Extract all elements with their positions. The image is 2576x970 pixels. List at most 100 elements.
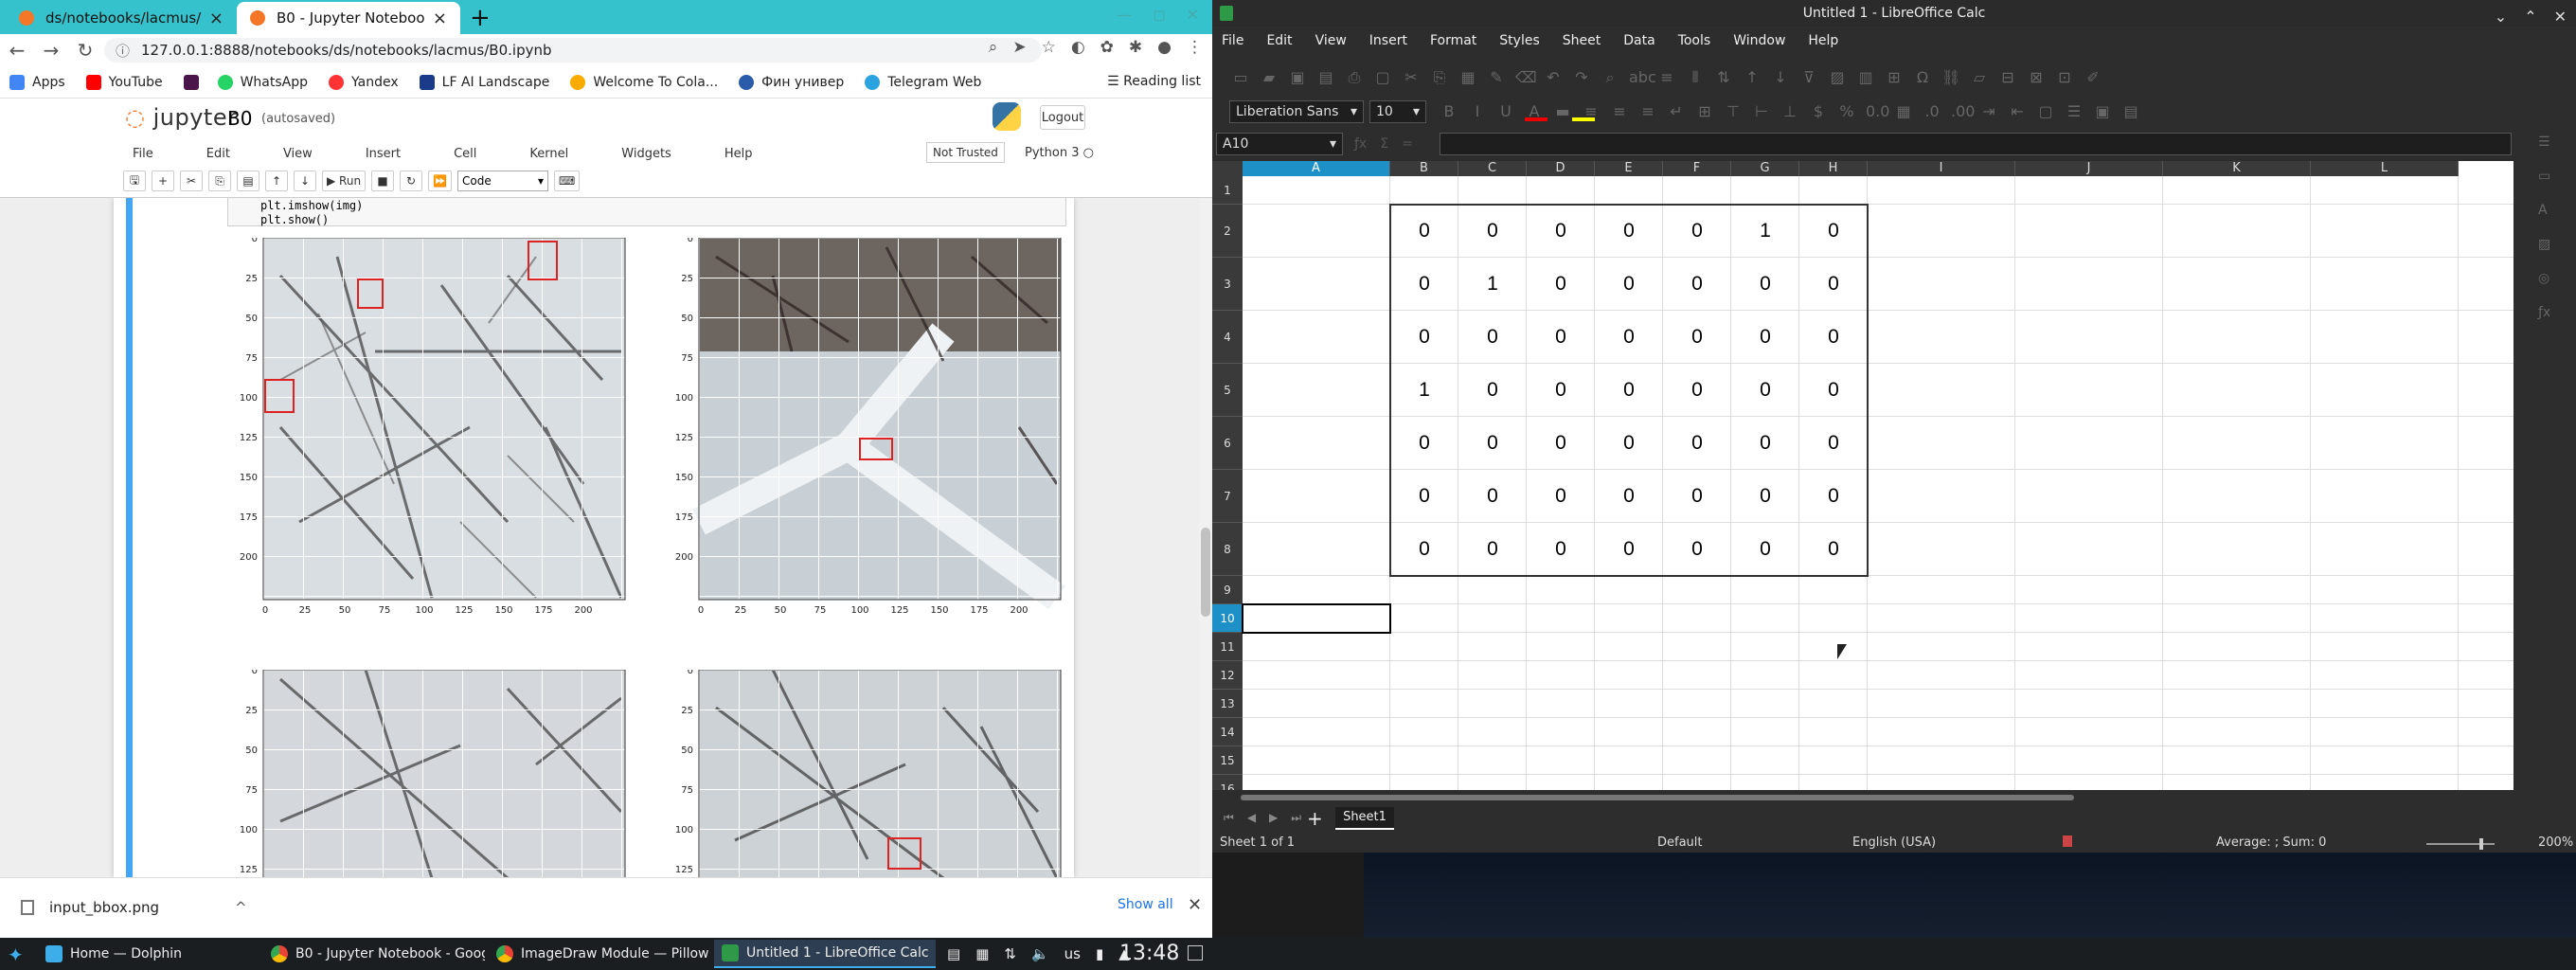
row-header-7[interactable]: 7	[1212, 470, 1243, 523]
column-header-k[interactable]: K	[2163, 161, 2311, 176]
paste-icon[interactable]: ▤	[237, 171, 259, 191]
color-extension-icon[interactable]: ✿	[1100, 38, 1114, 57]
url-field[interactable]: ⓘ 127.0.0.1:8888/notebooks/ds/notebooks/…	[104, 38, 1042, 63]
task-chrome-pillow[interactable]: ImageDraw Module — Pillow (PIL ...	[489, 940, 710, 968]
preview-icon[interactable]: ▢	[1373, 68, 1392, 87]
fast-forward-icon[interactable]: ⏩	[428, 171, 453, 191]
bookmark-telegram[interactable]: Telegram Web	[865, 74, 981, 90]
tab-b0-notebook[interactable]: B0 - Jupyter Notebook ×	[237, 2, 460, 34]
column-header-g[interactable]: G	[1731, 161, 1799, 176]
info-icon[interactable]: ⓘ	[116, 41, 130, 61]
add-decimal-icon[interactable]: .0	[1923, 102, 1941, 120]
underline-icon[interactable]: U	[1496, 102, 1515, 120]
close-icon[interactable]: ×	[433, 9, 447, 28]
functions-icon[interactable]: ƒx	[2538, 305, 2550, 320]
menu-sheet[interactable]: Sheet	[1563, 33, 1601, 48]
column-icon[interactable]: ⦀	[1686, 68, 1705, 87]
indent-icon[interactable]: ⇥	[1979, 102, 1998, 120]
wrap-icon[interactable]: ↵	[1667, 102, 1686, 120]
keyboard-icon[interactable]: ⌨	[554, 171, 581, 191]
next-sheet-icon[interactable]: ▶	[1269, 811, 1278, 825]
font-name-box[interactable]: Liberation Sans ▾	[1229, 100, 1364, 123]
special-char-icon[interactable]: Ω	[1913, 68, 1932, 87]
date-icon[interactable]: ▦	[1894, 102, 1913, 120]
merge-icon[interactable]: ⊞	[1695, 102, 1714, 120]
redo-icon[interactable]: ↷	[1572, 68, 1591, 87]
image-icon[interactable]: ▨	[1828, 68, 1847, 87]
task-chrome-jupyter[interactable]: B0 - Jupyter Notebook - Google C...	[263, 940, 485, 968]
zoom-level[interactable]: 200%	[2538, 835, 2573, 850]
copy-icon[interactable]: ⎘	[1430, 68, 1449, 87]
copy-icon[interactable]: ⎘	[208, 171, 231, 191]
first-sheet-icon[interactable]: ⏮	[1224, 811, 1234, 825]
zoom-slider[interactable]	[2426, 843, 2495, 845]
menu-tools[interactable]: Tools	[1678, 33, 1711, 48]
row-header-3[interactable]: 3	[1212, 258, 1243, 311]
row-header-14[interactable]: 14	[1212, 718, 1243, 746]
cut-icon[interactable]: ✂	[1402, 68, 1421, 87]
menu-widgets[interactable]: Widgets	[621, 147, 671, 161]
language[interactable]: English (USA)	[1852, 835, 1936, 850]
restart-icon[interactable]: ↻	[400, 171, 423, 191]
percent-icon[interactable]: %	[1837, 102, 1856, 120]
italic-icon[interactable]: I	[1468, 102, 1487, 120]
row-header-6[interactable]: 6	[1212, 417, 1243, 470]
battery-icon[interactable]: ▮	[1096, 945, 1103, 962]
clone-icon[interactable]: ✎	[1487, 68, 1506, 87]
menu-format[interactable]: Format	[1430, 33, 1476, 48]
new-icon[interactable]: ▭	[1231, 68, 1250, 87]
forward-icon[interactable]: →	[34, 39, 68, 62]
select-all-corner[interactable]	[1212, 161, 1243, 176]
bold-icon[interactable]: B	[1440, 102, 1458, 120]
column-header-d[interactable]: D	[1527, 161, 1595, 176]
bookmark-finuniver[interactable]: Фин универ	[739, 74, 844, 90]
scrollbar-thumb[interactable]	[1201, 528, 1210, 617]
cell-type-select[interactable]: Code ▾	[457, 171, 549, 191]
keyboard-layout[interactable]: us	[1064, 945, 1081, 962]
scrollbar-thumb[interactable]	[1241, 795, 2074, 800]
freeze-icon[interactable]: ⊠	[2027, 68, 2046, 87]
name-box[interactable]: A10 ▾	[1216, 133, 1343, 155]
tab-lacmus[interactable]: ds/notebooks/lacmus/ ×	[6, 2, 237, 34]
chart-icon[interactable]: ▥	[1856, 68, 1875, 87]
prev-sheet-icon[interactable]: ◀	[1247, 811, 1256, 825]
column-header-f[interactable]: F	[1663, 161, 1731, 176]
function-wizard-icon[interactable]: ƒx	[1354, 136, 1367, 152]
column-header-h[interactable]: H	[1799, 161, 1868, 176]
move-down-icon[interactable]: ↓	[294, 171, 316, 191]
close-window-icon[interactable]: ✕	[1187, 6, 1199, 24]
comment-icon[interactable]: ▱	[1970, 68, 1989, 87]
network-icon[interactable]: ⇅	[1004, 945, 1016, 962]
border-style-icon[interactable]: ☰	[2065, 102, 2084, 120]
align-top-icon[interactable]: ⊤	[1724, 102, 1743, 120]
open-icon[interactable]: ▰	[1260, 68, 1279, 87]
filter-icon[interactable]: ⊽	[1799, 68, 1818, 87]
row-header-10[interactable]: 10	[1212, 604, 1243, 633]
highlight-icon[interactable]: ▬	[1553, 102, 1572, 120]
last-sheet-icon[interactable]: ⏭	[1291, 811, 1301, 825]
volume-icon[interactable]: 🔈	[1031, 945, 1049, 962]
search-icon[interactable]: ⌕	[989, 38, 998, 57]
align-right-icon[interactable]: ≡	[1638, 102, 1657, 120]
close-icon[interactable]: ✕	[1188, 895, 1202, 915]
reading-list[interactable]: ☰ Reading list	[1107, 74, 1201, 89]
delete-decimal-icon[interactable]: .00	[1951, 102, 1975, 120]
menu-file[interactable]: File	[1222, 33, 1243, 48]
menu-help[interactable]: Help	[724, 147, 753, 161]
conditional-icon[interactable]: ▤	[2121, 102, 2140, 120]
properties-icon[interactable]: ▭	[2538, 169, 2550, 184]
column-header-c[interactable]: C	[1458, 161, 1527, 176]
spreadsheet-grid[interactable]: A B C D E F G H I J K L 1 2 3 4 5 6 7 8 9 10 11 12 13 14 15 16 0 0 0 0 0…	[1212, 161, 2513, 790]
row-header-2[interactable]: 2	[1212, 205, 1243, 258]
maximize-icon[interactable]: ◻	[1153, 6, 1165, 24]
font-size-box[interactable]: 10 ▾	[1369, 100, 1426, 123]
add-cell-icon[interactable]: +	[152, 171, 174, 191]
headers-icon[interactable]: ⊟	[1998, 68, 2017, 87]
menu-help[interactable]: Help	[1808, 33, 1838, 48]
paste-icon[interactable]: ▦	[1458, 68, 1477, 87]
row-header-12[interactable]: 12	[1212, 661, 1243, 690]
row-header-5[interactable]: 5	[1212, 364, 1243, 417]
row-header-8[interactable]: 8	[1212, 523, 1243, 576]
sort-icon[interactable]: ⇅	[1714, 68, 1733, 87]
menu-insert[interactable]: Insert	[366, 147, 401, 161]
